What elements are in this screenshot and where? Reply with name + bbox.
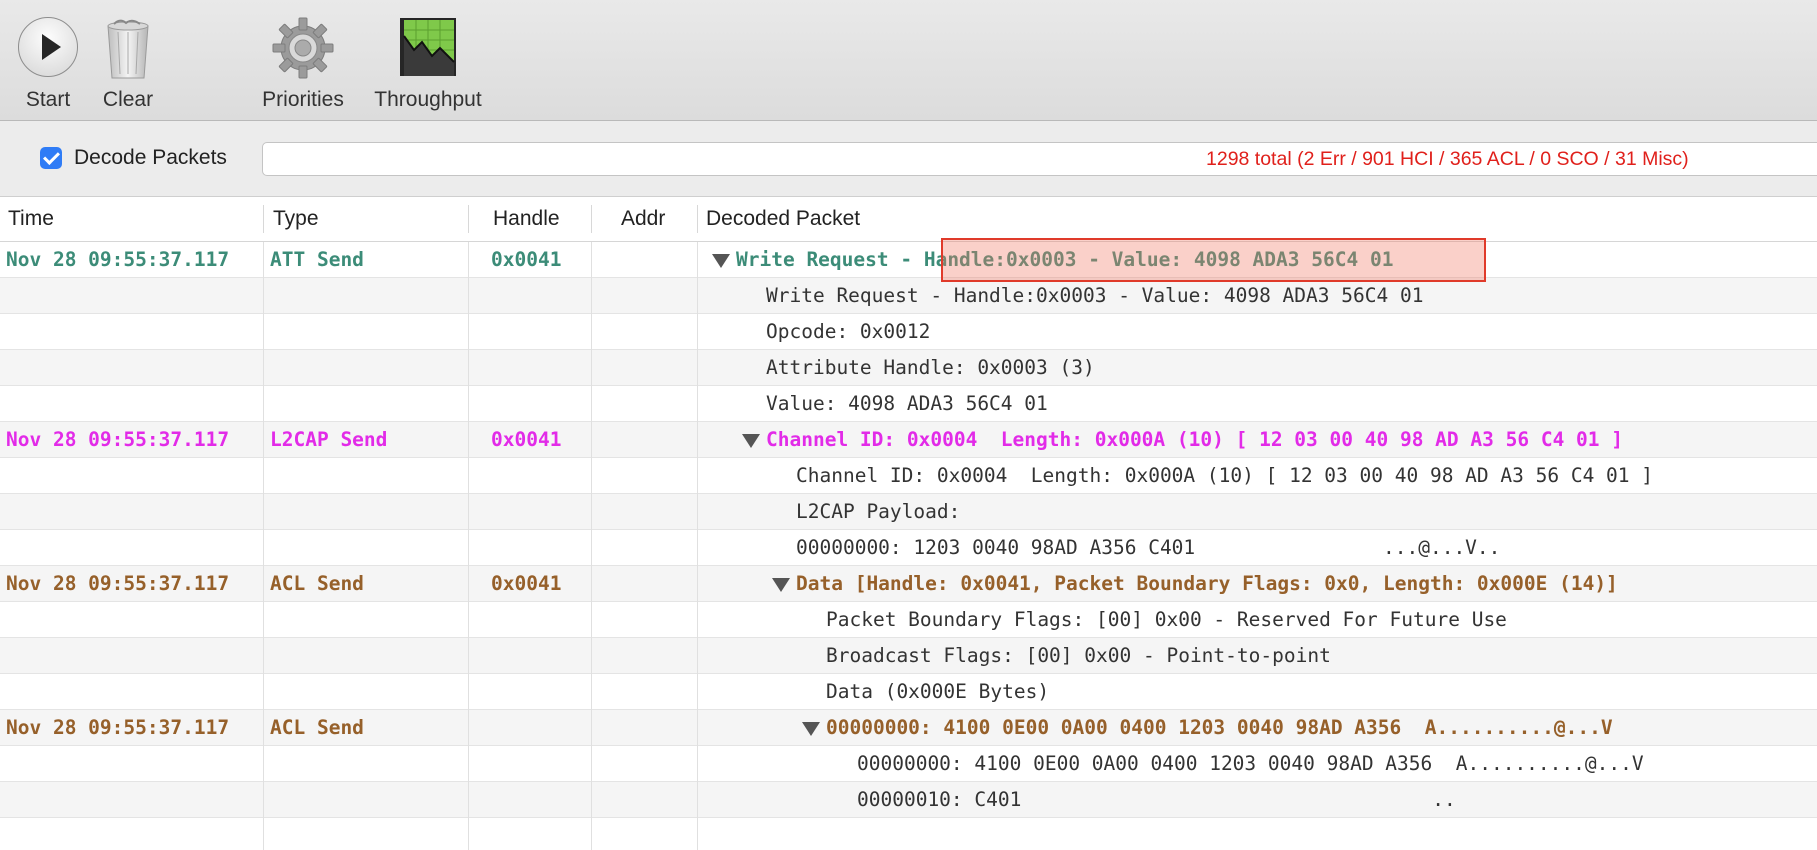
- type-cell: L2CAP Send: [270, 428, 388, 451]
- table-row[interactable]: Attribute Handle: 0x0003 (3): [0, 350, 1817, 386]
- disclosure-triangle-icon[interactable]: [712, 254, 730, 268]
- toolbar: Start Clear Priorities Throughput: [0, 0, 1817, 121]
- disclosure-triangle-icon[interactable]: [772, 578, 790, 592]
- trash-icon: [107, 19, 149, 79]
- disclosure-triangle-icon[interactable]: [802, 722, 820, 736]
- table-header: Time Type Handle Addr Decoded Packet: [0, 197, 1817, 242]
- throughput-button[interactable]: Throughput: [366, 0, 490, 120]
- filter-bar: Decode Packets 1298 total (2 Err / 901 H…: [0, 121, 1817, 197]
- table-row[interactable]: Nov 28 09:55:37.117 ACL Send 00000000: 410…: [0, 710, 1817, 746]
- time-cell: Nov 28 09:55:37.117: [6, 428, 230, 451]
- table-row[interactable]: Broadcast Flags: [00] 0x00 - Point-to-po…: [0, 638, 1817, 674]
- handle-cell: 0x0041: [491, 428, 562, 451]
- decode-packets-checkbox[interactable]: [40, 147, 62, 169]
- decoded-packet-cell: 00000000: 4100 0E00 0A00 0400 1203 0040 …: [857, 752, 1644, 775]
- decoded-packet-cell: Broadcast Flags: [00] 0x00 - Point-to-po…: [826, 644, 1331, 667]
- clear-label: Clear: [102, 88, 154, 111]
- handle-cell: 0x0041: [491, 248, 562, 271]
- column-line: [263, 242, 264, 850]
- decoded-packet-cell: 00000010: C401 ..: [857, 788, 1456, 811]
- highlighted-value: [941, 238, 1486, 282]
- decode-packets-label[interactable]: Decode Packets: [74, 146, 227, 170]
- type-cell: ACL Send: [270, 572, 364, 595]
- disclosure-triangle-icon[interactable]: [742, 434, 760, 448]
- table-row[interactable]: Channel ID: 0x0004 Length: 0x000A (10) […: [0, 458, 1817, 494]
- table-row[interactable]: Value: 4098 ADA3 56C4 01: [0, 386, 1817, 422]
- decoded-packet-cell: Packet Boundary Flags: [00] 0x00 - Reser…: [826, 608, 1507, 631]
- column-type[interactable]: Type: [273, 197, 319, 241]
- decoded-packet-cell: Data [Handle: 0x0041, Packet Boundary Fl…: [796, 572, 1618, 595]
- column-line: [468, 242, 469, 850]
- table-row[interactable]: [0, 818, 1817, 850]
- type-cell: ATT Send: [270, 248, 364, 271]
- decoded-packet-cell: Attribute Handle: 0x0003 (3): [766, 356, 1095, 379]
- column-line: [697, 242, 698, 850]
- decoded-packet-cell: Channel ID: 0x0004 Length: 0x000A (10) […: [796, 464, 1654, 487]
- decoded-packet-cell: L2CAP Payload:: [796, 500, 961, 523]
- table-row[interactable]: 00000000: 1203 0040 98AD A356 C401 ...@.…: [0, 530, 1817, 566]
- handle-cell: 0x0041: [491, 572, 562, 595]
- decoded-packet-cell: Value: 4098 ADA3 56C4 01: [766, 392, 1048, 415]
- column-divider[interactable]: [697, 205, 698, 233]
- column-addr[interactable]: Addr: [621, 197, 665, 241]
- column-line: [591, 242, 592, 850]
- column-divider[interactable]: [263, 205, 264, 233]
- decoded-packet-cell: 00000000: 4100 0E00 0A00 0400 1203 0040 …: [826, 716, 1613, 739]
- table-row[interactable]: 00000000: 4100 0E00 0A00 0400 1203 0040 …: [0, 746, 1817, 782]
- packet-stats: 1298 total (2 Err / 901 HCI / 365 ACL / …: [1206, 148, 1689, 170]
- gear-icon: [272, 17, 334, 79]
- time-cell: Nov 28 09:55:37.117: [6, 248, 230, 271]
- throughput-chart-icon: [400, 18, 456, 76]
- column-handle[interactable]: Handle: [493, 197, 560, 241]
- table-row[interactable]: Packet Boundary Flags: [00] 0x00 - Reser…: [0, 602, 1817, 638]
- table-row[interactable]: Opcode: 0x0012: [0, 314, 1817, 350]
- decoded-packet-cell: Write Request - Handle:0x0003 - Value: 4…: [766, 284, 1424, 307]
- column-divider[interactable]: [591, 205, 592, 233]
- column-time[interactable]: Time: [8, 197, 54, 241]
- packet-table: Nov 28 09:55:37.117 ATT Send 0x0041 Write R…: [0, 242, 1817, 850]
- table-row[interactable]: 00000010: C401 ..: [0, 782, 1817, 818]
- table-row[interactable]: Nov 28 09:55:37.117 L2CAP Send 0x0041 Chann…: [0, 422, 1817, 458]
- table-row[interactable]: Write Request - Handle:0x0003 - Value: 4…: [0, 278, 1817, 314]
- column-divider[interactable]: [468, 205, 469, 233]
- play-icon: [18, 17, 78, 77]
- decoded-packet-cell: 00000000: 1203 0040 98AD A356 C401 ...@.…: [796, 536, 1501, 559]
- priorities-label: Priorities: [262, 88, 344, 111]
- table-row[interactable]: L2CAP Payload:: [0, 494, 1817, 530]
- time-cell: Nov 28 09:55:37.117: [6, 716, 230, 739]
- type-cell: ACL Send: [270, 716, 364, 739]
- start-label: Start: [25, 88, 71, 111]
- decoded-packet-cell: Data (0x000E Bytes): [826, 680, 1050, 703]
- table-row[interactable]: Data (0x000E Bytes): [0, 674, 1817, 710]
- priorities-button[interactable]: Priorities: [250, 0, 356, 120]
- table-row[interactable]: Nov 28 09:55:37.117 ATT Send 0x0041 Write R…: [0, 242, 1817, 278]
- throughput-label: Throughput: [374, 88, 482, 111]
- clear-button[interactable]: Clear: [92, 0, 164, 120]
- start-button[interactable]: Start: [10, 0, 86, 120]
- column-decoded-packet[interactable]: Decoded Packet: [706, 197, 860, 241]
- decoded-packet-cell: Channel ID: 0x0004 Length: 0x000A (10) […: [766, 428, 1624, 451]
- decoded-packet-cell: Opcode: 0x0012: [766, 320, 931, 343]
- time-cell: Nov 28 09:55:37.117: [6, 572, 230, 595]
- table-row[interactable]: Nov 28 09:55:37.117 ACL Send 0x0041 Data [H…: [0, 566, 1817, 602]
